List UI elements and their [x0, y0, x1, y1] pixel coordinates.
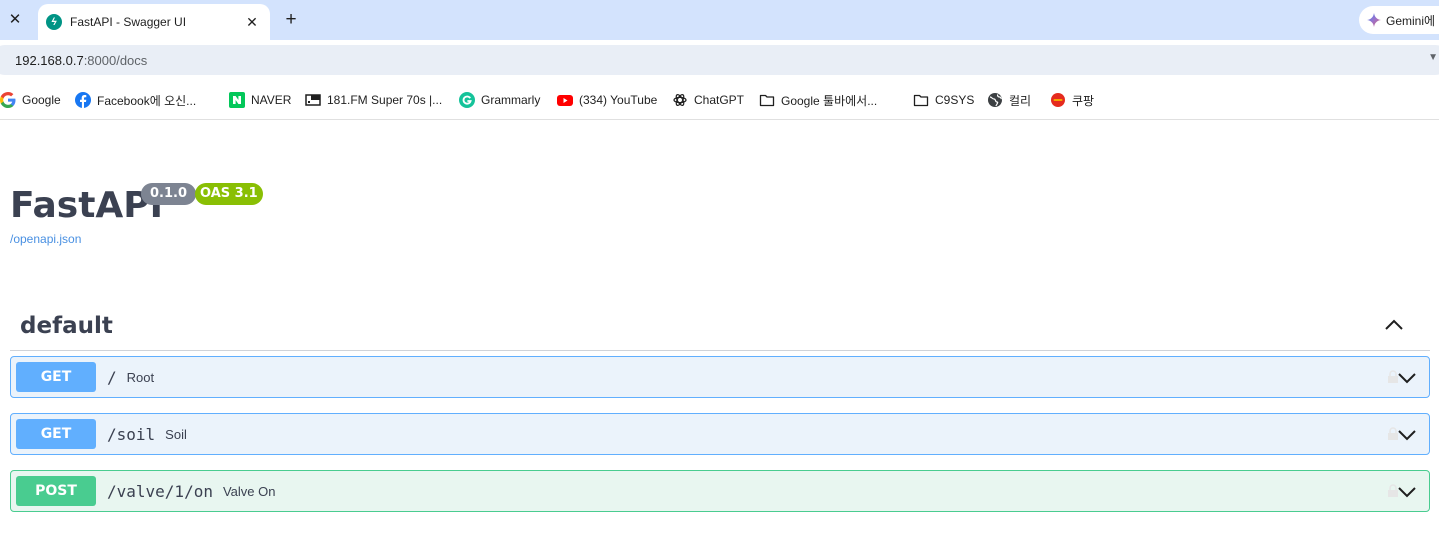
operation-summary: Root [126, 369, 155, 385]
bookmark-folder-c9sys[interactable]: C9SYS [913, 91, 974, 109]
chevron-down-icon[interactable] [1397, 368, 1417, 388]
tab-strip: ✕ ϟ FastAPI - Swagger UI ✕ + Gemini에 [0, 0, 1439, 40]
operation-summary: Valve On [222, 483, 276, 499]
bookmark-label: ChatGPT [694, 93, 745, 107]
bookmark-label: C9SYS [935, 93, 975, 107]
chevron-up-icon[interactable] [1384, 315, 1404, 335]
tab-swagger-ui[interactable]: ϟ FastAPI - Swagger UI ✕ [38, 4, 270, 40]
tag-title: default [20, 313, 113, 339]
bookmark-chatgpt[interactable]: ChatGPT [672, 91, 744, 109]
bookmark-coupang[interactable]: 쿠팡 [1050, 91, 1094, 109]
bookmark-label: NAVER [251, 93, 292, 107]
operation-get-soil[interactable]: GET /soil Soil [10, 413, 1430, 455]
bookmark-label: Facebook에 오신... [97, 93, 197, 108]
tag-section-default[interactable]: default [10, 301, 1430, 351]
bookmark-grammarly[interactable]: Grammarly [459, 91, 540, 109]
oas-badge: OAS 3.1 [195, 183, 263, 205]
bookmark-181fm[interactable]: 181.FM Super 70s |... [305, 91, 442, 109]
bookmark-facebook[interactable]: Facebook에 오신... [75, 91, 196, 109]
bookmark-label: Grammarly [481, 93, 541, 107]
operation-path: / [107, 367, 117, 387]
method-badge: GET [16, 362, 96, 392]
bookmark-kurly[interactable]: 컬리 [987, 91, 1031, 109]
chatgpt-icon [673, 94, 687, 106]
operation-path: /soil [107, 424, 156, 444]
url-host: 192.168.0.7 [15, 52, 84, 68]
tab-title: FastAPI - Swagger UI [70, 15, 187, 29]
gemini-label: Gemini에 [1386, 13, 1436, 28]
chevron-down-icon[interactable] [1397, 425, 1417, 445]
bookmark-google[interactable]: Google [0, 91, 61, 109]
version-badge: 0.1.0 [141, 183, 197, 205]
operation-summary: Soil [165, 426, 187, 442]
bookmark-naver[interactable]: NAVER [229, 91, 291, 109]
radio-icon [305, 94, 321, 106]
google-icon [0, 92, 16, 108]
coupang-icon [1051, 93, 1065, 107]
globe-icon [988, 93, 1002, 107]
bookmarks-bar: Google Facebook에 오신... NAVER 181.FM Supe… [0, 80, 1439, 120]
folder-icon [913, 94, 929, 107]
youtube-icon [557, 95, 573, 106]
openapi-json-link[interactable]: /openapi.json [10, 232, 81, 246]
url-path: :8000/docs [83, 52, 148, 68]
chevron-down-icon[interactable] [1397, 482, 1417, 502]
browser-toolbar: 192.168.0.7:8000/docs ▼ [0, 40, 1439, 80]
operation-path: /valve/1/on [107, 481, 213, 501]
method-badge: GET [16, 419, 96, 449]
fastapi-favicon-icon: ϟ [46, 14, 62, 30]
bookmark-folder-google-toolbar[interactable]: Google 툴바에서... [759, 91, 877, 109]
bookmark-label: Google [22, 93, 61, 107]
facebook-icon [75, 92, 91, 108]
method-badge: POST [16, 476, 96, 506]
grammarly-icon [459, 92, 475, 108]
gemini-button[interactable]: Gemini에 [1359, 6, 1439, 34]
new-tab-button[interactable]: + [280, 9, 302, 31]
bookmark-label: 181.FM Super 70s |... [327, 93, 443, 107]
naver-icon [229, 92, 245, 108]
bookmark-label: Google 툴바에서... [781, 93, 878, 108]
bookmark-label: 쿠팡 [1072, 93, 1095, 108]
operation-get-root[interactable]: GET / Root [10, 356, 1430, 398]
folder-icon [759, 94, 775, 107]
bookmark-youtube[interactable]: (334) YouTube [557, 91, 657, 109]
tab-close-icon[interactable]: ✕ [242, 12, 262, 32]
gemini-icon [1367, 13, 1381, 27]
close-icon[interactable]: ✕ [4, 8, 26, 30]
operation-post-valve-on[interactable]: POST /valve/1/on Valve On [10, 470, 1430, 512]
bookmark-label: (334) YouTube [579, 93, 658, 107]
chevron-down-icon[interactable]: ▼ [1428, 52, 1438, 63]
bookmark-label: 컬리 [1009, 93, 1032, 108]
address-bar[interactable]: 192.168.0.7:8000/docs ▼ [0, 45, 1439, 75]
